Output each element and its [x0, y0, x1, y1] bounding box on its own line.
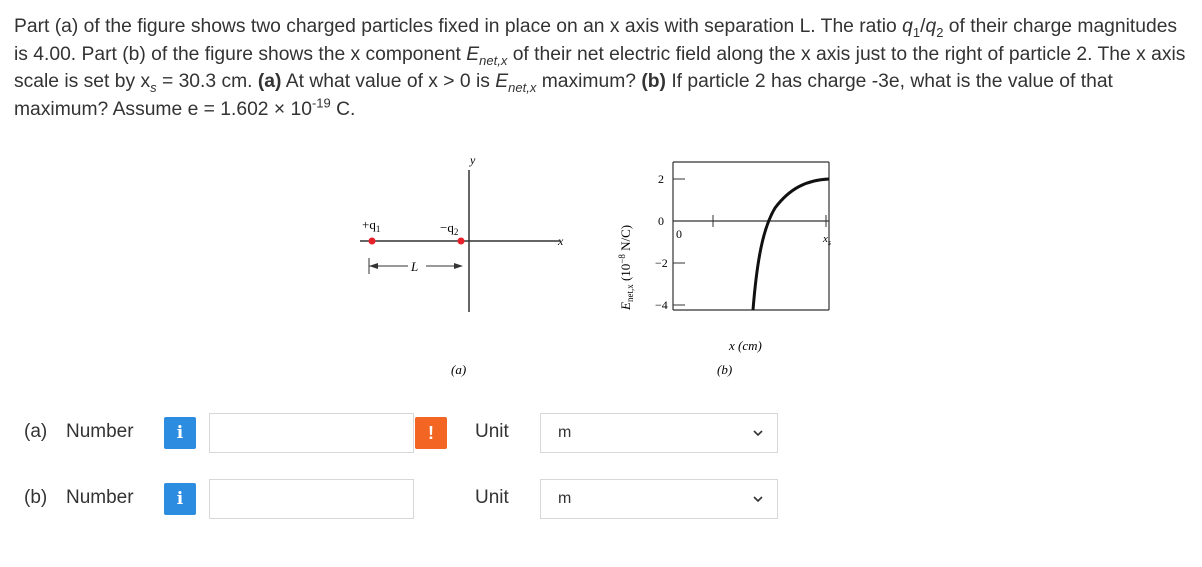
L-arrow-left — [369, 263, 378, 269]
q1-label: +q1 — [362, 217, 380, 234]
unit-select-b[interactable]: m — [540, 479, 778, 519]
y-tick-label-0: 0 — [658, 214, 664, 228]
question-text: Part (a) of the figure shows two charged… — [14, 16, 1186, 120]
particle-1 — [368, 237, 376, 245]
info-icon[interactable]: i — [164, 483, 196, 515]
unit-value-b: m — [558, 490, 572, 507]
unit-value-a: m — [558, 424, 572, 441]
x-label-a: x — [557, 234, 564, 248]
number-label-b: Number — [66, 487, 134, 508]
answer-row-a: (a) Number i ! Unit m — [0, 411, 1202, 455]
answer-row-b: (b) Number i Unit m — [0, 477, 1202, 521]
number-label-a: Number — [66, 421, 134, 442]
L-arrow-right — [454, 263, 463, 269]
xs-label: xs — [822, 233, 831, 247]
caption-a: (a) — [451, 362, 466, 377]
particle-2 — [457, 237, 465, 245]
unit-label-b: Unit — [475, 487, 509, 508]
y-tick-label-2: 2 — [658, 172, 664, 186]
figure-a: y x +q1 −q2 L (a) — [360, 153, 564, 377]
L-label: L — [410, 259, 418, 274]
caption-b: (b) — [717, 362, 732, 377]
x-axis-label-b: x (cm) — [728, 338, 762, 353]
answer-b-input[interactable] — [209, 479, 414, 519]
y-axis-label-b: Enet,x (10−8 N/C) — [617, 225, 635, 311]
unit-label-a: Unit — [475, 421, 509, 442]
part-a-label: (a) — [24, 421, 48, 442]
figure-b: Enet,x (10−8 N/C) 2 0 −2 −4 0 xs x (cm) … — [617, 161, 831, 377]
chevron-down-icon — [753, 430, 763, 437]
chevron-down-icon — [753, 496, 763, 503]
answer-a-input[interactable] — [209, 413, 414, 453]
warning-icon: ! — [415, 417, 447, 449]
figure: y x +q1 −q2 L (a) Enet,x (10−8 N/C) 2 0 … — [345, 150, 845, 390]
unit-select-a[interactable]: m — [540, 413, 778, 453]
y-tick-label-m2: −2 — [655, 256, 668, 270]
origin-label-b: 0 — [676, 227, 682, 241]
q2-label: −q2 — [440, 220, 458, 237]
figure-svg: y x +q1 −q2 L (a) Enet,x (10−8 N/C) 2 0 … — [360, 153, 831, 377]
part-b-label: (b) — [24, 487, 48, 508]
y-tick-label-m4: −4 — [655, 298, 668, 312]
info-icon[interactable]: i — [164, 417, 196, 449]
field-curve — [751, 177, 830, 311]
y-label-a: y — [469, 153, 476, 167]
